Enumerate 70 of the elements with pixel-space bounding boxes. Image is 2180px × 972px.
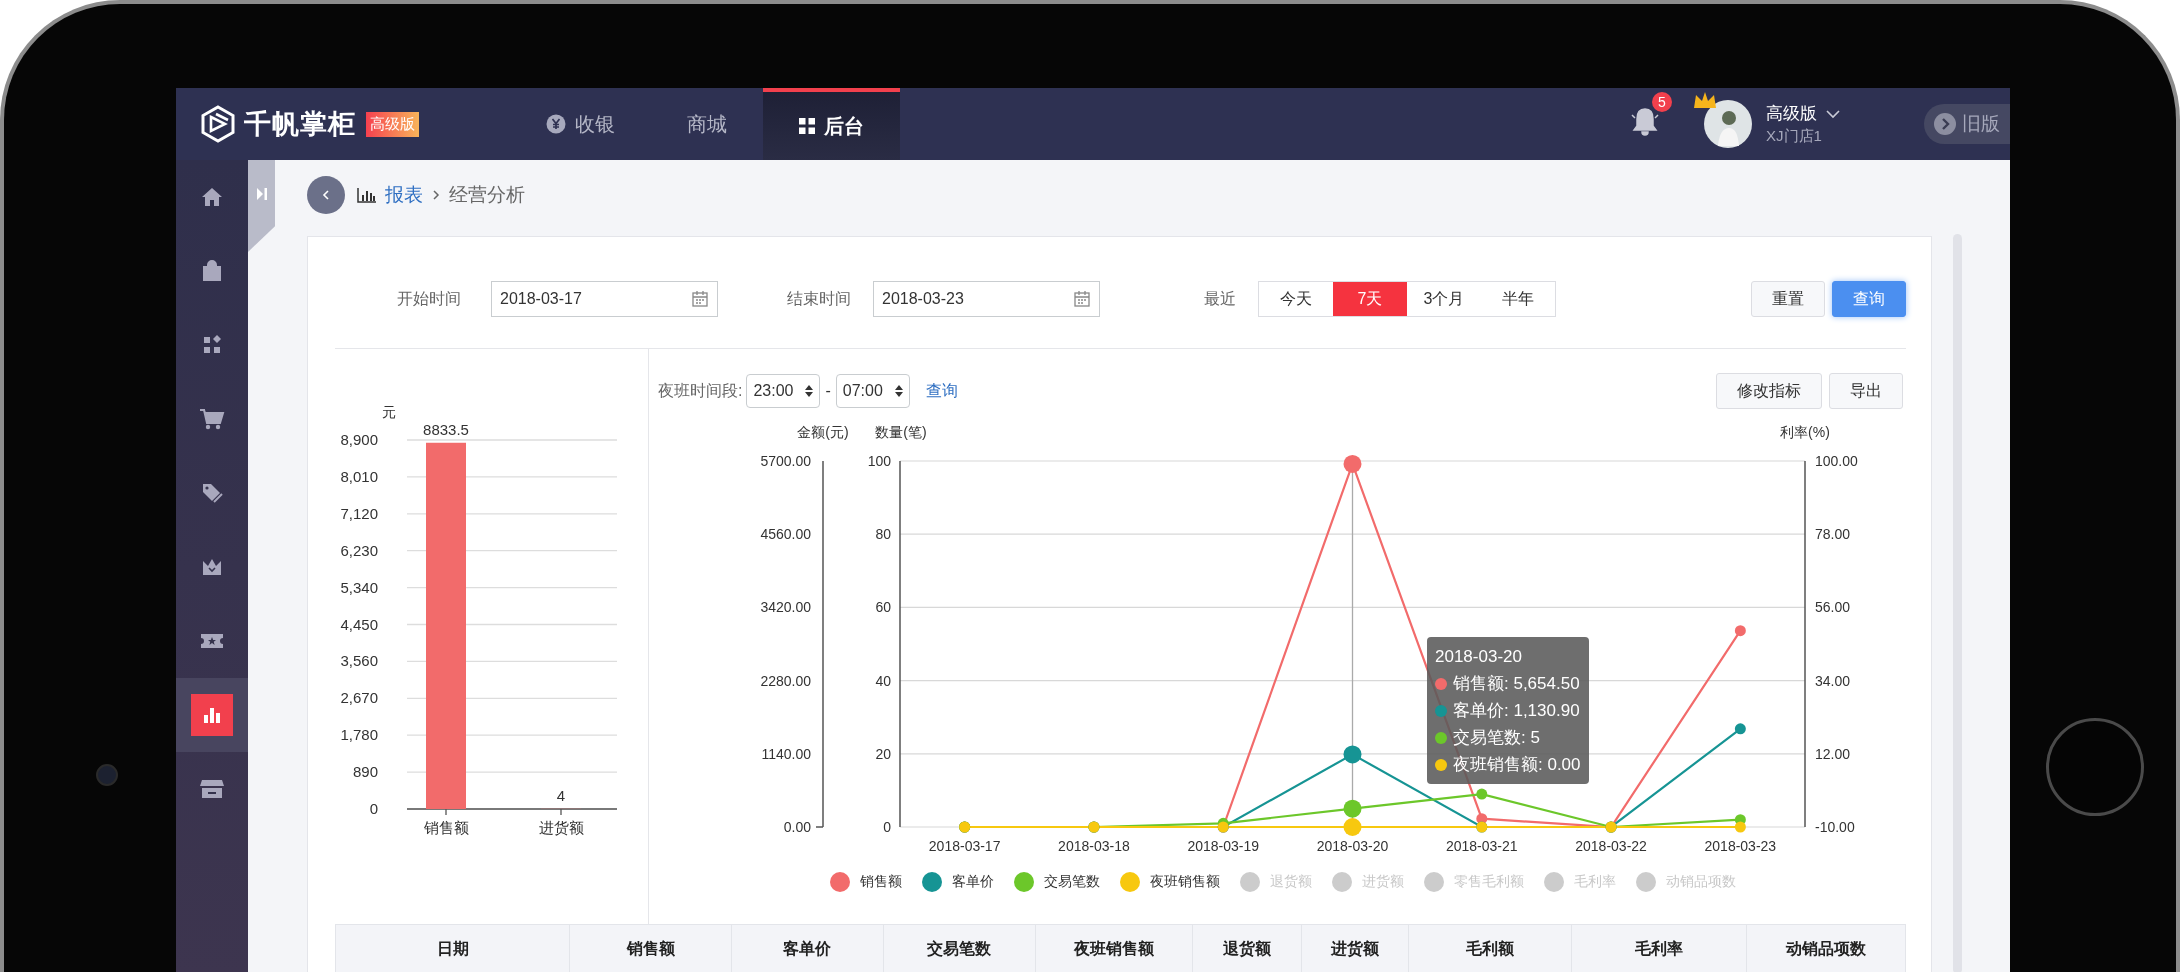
column-header: 毛利额	[1409, 925, 1572, 972]
tooltip-title: 2018-03-20	[1435, 646, 1523, 668]
column-header: 退货额	[1192, 925, 1302, 972]
field-label: 结束时间	[787, 288, 851, 309]
column-header: 销售额	[570, 925, 732, 972]
column-header: 毛利率	[1571, 925, 1748, 972]
column-header: 日期	[336, 925, 571, 972]
tooltip-value: 客单价: 1,130.90	[1453, 700, 1580, 722]
night-shift-label: 夜班时间段:	[658, 380, 743, 401]
axis-tick-label: 0	[883, 819, 891, 835]
axis-category-label: 2018-03-21	[1445, 838, 1518, 854]
field-label: 开始时间	[397, 288, 461, 309]
column-header: 动销品项数	[1784, 938, 1868, 959]
axis-title: 数量(笔)	[875, 424, 927, 440]
axis-title: 利率(%)	[1780, 424, 1830, 440]
axis-tick-label: 4,450	[340, 615, 378, 633]
axis-category-label: 2018-03-17	[928, 838, 1001, 854]
axis-tick-label: 40	[875, 672, 891, 689]
axis-category-label: 2018-03-22	[1575, 838, 1647, 854]
axis-tick-label: 6,230	[340, 541, 378, 559]
axis-title: 金额(元)	[797, 424, 849, 440]
axis-tick-label: -10.00	[1815, 819, 1855, 835]
column-header: 进货额	[1301, 925, 1410, 972]
axis-tick-label: 7,120	[340, 504, 378, 522]
axis-category-label: 销售额	[423, 819, 469, 836]
axis-tick-label: 5,340	[340, 578, 378, 596]
axis-tick-label: 34.00	[1815, 672, 1851, 689]
axis-tick-label: 8,010	[340, 467, 378, 485]
axis-category-label: 2018-03-18	[1058, 838, 1130, 854]
tooltip-value: 销售额: 5,654.50	[1453, 673, 1580, 695]
axis-tick-label: 890	[352, 763, 378, 781]
axis-category-label: 2018-03-20	[1316, 838, 1389, 854]
axis-tick-label: 100.00	[1815, 453, 1858, 469]
axis-tick-label: 0	[369, 800, 378, 817]
tooltip-value: 夜班销售额: 0.00	[1453, 754, 1581, 776]
axis-tick-label: 12.00	[1815, 745, 1851, 762]
bar-value-label: 4	[556, 786, 566, 804]
range-separator: -	[825, 382, 831, 400]
column-header: 交易笔数	[883, 925, 1037, 972]
notification-count: 5	[1652, 92, 1672, 112]
axis-tick-label: 1140.00	[761, 745, 811, 762]
axis-tick-label: 80	[875, 526, 891, 543]
edition-badge: 高级版	[366, 111, 419, 137]
axis-tick-label: 56.00	[1815, 599, 1851, 616]
axis-tick-label: 2,670	[340, 689, 378, 707]
axis-category-label: 2018-03-19	[1187, 838, 1260, 854]
field-label: 最近	[1204, 288, 1236, 309]
axis-tick-label: 3,560	[340, 652, 378, 670]
store-name: XJ门店1	[1766, 127, 1823, 146]
axis-tick-label: 8,900	[340, 431, 378, 448]
axis-tick-label: 20	[875, 745, 891, 762]
bar-value-label: 8833.5	[423, 420, 469, 438]
account-edition: 高级版	[1766, 103, 1817, 125]
axis-tick-label: 5700.00	[760, 453, 811, 469]
column-header: 夜班销售额	[1036, 925, 1193, 972]
axis-tick-label: 0.00	[783, 819, 811, 835]
axis-category-label: 2018-03-23	[1704, 838, 1777, 854]
axis-tick-label: 4560.00	[760, 526, 811, 543]
axis-category-label: 进货额	[538, 819, 584, 836]
axis-tick-label: 2280.00	[760, 672, 811, 689]
breadcrumb-current: 经营分析	[449, 183, 525, 207]
axis-tick-label: 60	[875, 599, 891, 616]
app-logo-text: 千帆掌柜	[244, 108, 356, 141]
axis-tick-label: 100	[867, 453, 891, 469]
column-header: 客单价	[732, 925, 884, 972]
axis-unit: 元	[382, 404, 396, 420]
axis-tick-label: 3420.00	[760, 599, 811, 616]
axis-tick-label: 1,780	[340, 726, 378, 744]
axis-tick-label: 78.00	[1815, 526, 1851, 543]
tooltip-value: 交易笔数: 5	[1453, 727, 1540, 749]
